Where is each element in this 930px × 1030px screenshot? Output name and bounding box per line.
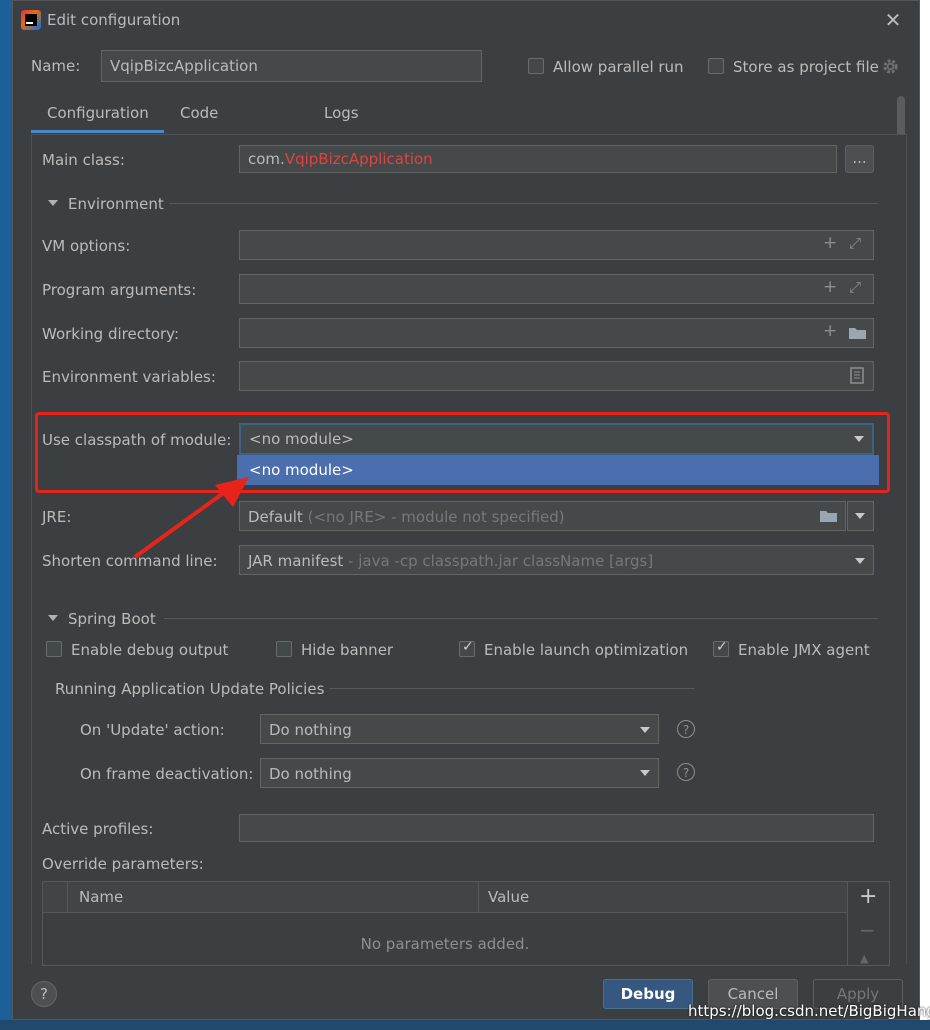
tab-logs[interactable]: Logs bbox=[308, 97, 380, 133]
chevron-down-icon[interactable] bbox=[855, 513, 865, 519]
browse-main-class-button[interactable]: ... bbox=[845, 145, 874, 173]
spring-boot-section-title[interactable]: Spring Boot bbox=[68, 610, 156, 628]
table-empty-text: No parameters added. bbox=[360, 935, 530, 953]
folder-icon[interactable] bbox=[848, 325, 868, 341]
desktop-right-edge bbox=[920, 0, 930, 1030]
jmx-agent-label: Enable JMX agent bbox=[738, 641, 870, 659]
edit-configuration-dialog: Edit configuration ✕ Name: VqipBizcAppli… bbox=[12, 0, 920, 1020]
title-bar: Edit configuration ✕ bbox=[13, 1, 919, 39]
on-frame-deactivation-select[interactable]: Do nothing bbox=[260, 758, 659, 788]
enable-debug-output-checkbox[interactable] bbox=[46, 641, 62, 657]
name-label: Name: bbox=[31, 57, 81, 75]
chevron-down-icon[interactable] bbox=[855, 558, 865, 564]
close-icon[interactable]: ✕ bbox=[882, 9, 904, 31]
allow-parallel-label: Allow parallel run bbox=[553, 58, 684, 76]
override-parameters-label: Override parameters: bbox=[42, 855, 204, 873]
main-class-prefix: com. bbox=[248, 150, 285, 168]
on-frame-deactivation-label: On frame deactivation: bbox=[80, 765, 254, 783]
environment-variables-label: Environment variables: bbox=[42, 368, 216, 386]
desktop-bottom-edge bbox=[0, 1020, 930, 1030]
expand-icon[interactable]: ⤢ bbox=[849, 234, 861, 252]
column-name-header[interactable]: Name bbox=[79, 882, 123, 912]
edit-list-icon[interactable] bbox=[850, 367, 864, 384]
shorten-command-value: JAR manifest bbox=[248, 552, 344, 570]
gear-icon[interactable] bbox=[881, 57, 900, 76]
expand-icon[interactable]: ⤢ bbox=[849, 278, 861, 296]
environment-collapse-icon[interactable] bbox=[48, 200, 58, 206]
jre-hint: (<no JRE> - module not specified) bbox=[307, 508, 565, 526]
add-icon[interactable]: + bbox=[859, 884, 877, 909]
column-divider bbox=[478, 882, 479, 912]
name-field[interactable]: VqipBizcApplication bbox=[101, 50, 482, 82]
program-arguments-field[interactable] bbox=[239, 274, 874, 304]
on-update-label: On 'Update' action: bbox=[80, 721, 225, 739]
jre-value: Default bbox=[248, 508, 303, 526]
remove-icon[interactable]: − bbox=[859, 918, 876, 942]
plus-icon[interactable]: + bbox=[823, 321, 837, 341]
on-update-select[interactable]: Do nothing bbox=[260, 714, 659, 744]
shorten-command-hint: - java -cp classpath.jar className [args… bbox=[348, 552, 654, 570]
desktop-left-edge bbox=[0, 0, 12, 1030]
spring-boot-divider bbox=[164, 618, 878, 619]
environment-section-title[interactable]: Environment bbox=[68, 195, 164, 213]
annotation-arrow bbox=[133, 477, 249, 559]
active-profiles-field[interactable] bbox=[239, 814, 874, 842]
plus-icon[interactable]: + bbox=[823, 233, 837, 253]
override-parameters-table: Name Value + − ▲ No parameters added. bbox=[42, 881, 890, 966]
main-class-name: VqipBizcApplication bbox=[284, 150, 433, 168]
shorten-command-select[interactable]: JAR manifest - java -cp classpath.jar cl… bbox=[239, 545, 874, 575]
watermark-text: https://blog.csdn.net/BigBigHang bbox=[688, 1002, 930, 1020]
program-arguments-label: Program arguments: bbox=[42, 281, 197, 299]
spring-boot-collapse-icon[interactable] bbox=[48, 615, 58, 621]
tab-configuration[interactable]: Configuration bbox=[31, 97, 164, 133]
update-policies-divider bbox=[329, 688, 695, 689]
working-directory-label: Working directory: bbox=[42, 325, 180, 343]
environment-divider bbox=[169, 203, 878, 204]
window-title: Edit configuration bbox=[47, 11, 181, 29]
move-up-icon[interactable]: ▲ bbox=[860, 952, 868, 965]
debug-button[interactable]: Debug bbox=[603, 979, 693, 1009]
store-project-label: Store as project file bbox=[733, 58, 879, 76]
column-divider bbox=[67, 882, 68, 912]
help-icon[interactable]: ? bbox=[677, 763, 695, 781]
jre-field[interactable]: Default (<no JRE> - module not specified… bbox=[239, 501, 846, 531]
chevron-down-icon[interactable] bbox=[640, 727, 650, 733]
vm-options-label: VM options: bbox=[42, 237, 131, 255]
folder-icon[interactable] bbox=[819, 508, 839, 524]
table-header: Name Value bbox=[43, 882, 847, 913]
tab-code-coverage[interactable]: Code Coverage bbox=[164, 97, 308, 154]
jmx-agent-checkbox[interactable] bbox=[713, 639, 729, 657]
launch-optimization-checkbox[interactable] bbox=[459, 639, 475, 657]
update-policies-title: Running Application Update Policies bbox=[55, 680, 325, 698]
working-directory-field[interactable] bbox=[239, 318, 874, 348]
environment-variables-field[interactable] bbox=[239, 361, 874, 391]
hide-banner-label: Hide banner bbox=[301, 641, 394, 659]
store-project-checkbox[interactable] bbox=[708, 58, 724, 74]
table-toolbar: + − ▲ bbox=[847, 882, 890, 966]
main-class-label: Main class: bbox=[42, 151, 125, 169]
intellij-app-icon bbox=[21, 10, 41, 30]
vm-options-field[interactable] bbox=[239, 230, 874, 260]
help-button[interactable]: ? bbox=[31, 981, 57, 1007]
main-class-field[interactable]: com.VqipBizcApplication bbox=[239, 145, 837, 173]
active-profiles-label: Active profiles: bbox=[42, 820, 154, 838]
allow-parallel-checkbox[interactable] bbox=[528, 58, 544, 74]
column-value-header[interactable]: Value bbox=[488, 882, 529, 912]
enable-debug-output-label: Enable debug output bbox=[71, 641, 229, 659]
launch-optimization-label: Enable launch optimization bbox=[484, 641, 689, 659]
plus-icon[interactable]: + bbox=[823, 277, 837, 297]
hide-banner-checkbox[interactable] bbox=[276, 641, 292, 657]
jre-label: JRE: bbox=[42, 508, 72, 526]
help-icon[interactable]: ? bbox=[677, 720, 695, 738]
shorten-command-label: Shorten command line: bbox=[42, 552, 218, 570]
chevron-down-icon[interactable] bbox=[640, 770, 650, 776]
